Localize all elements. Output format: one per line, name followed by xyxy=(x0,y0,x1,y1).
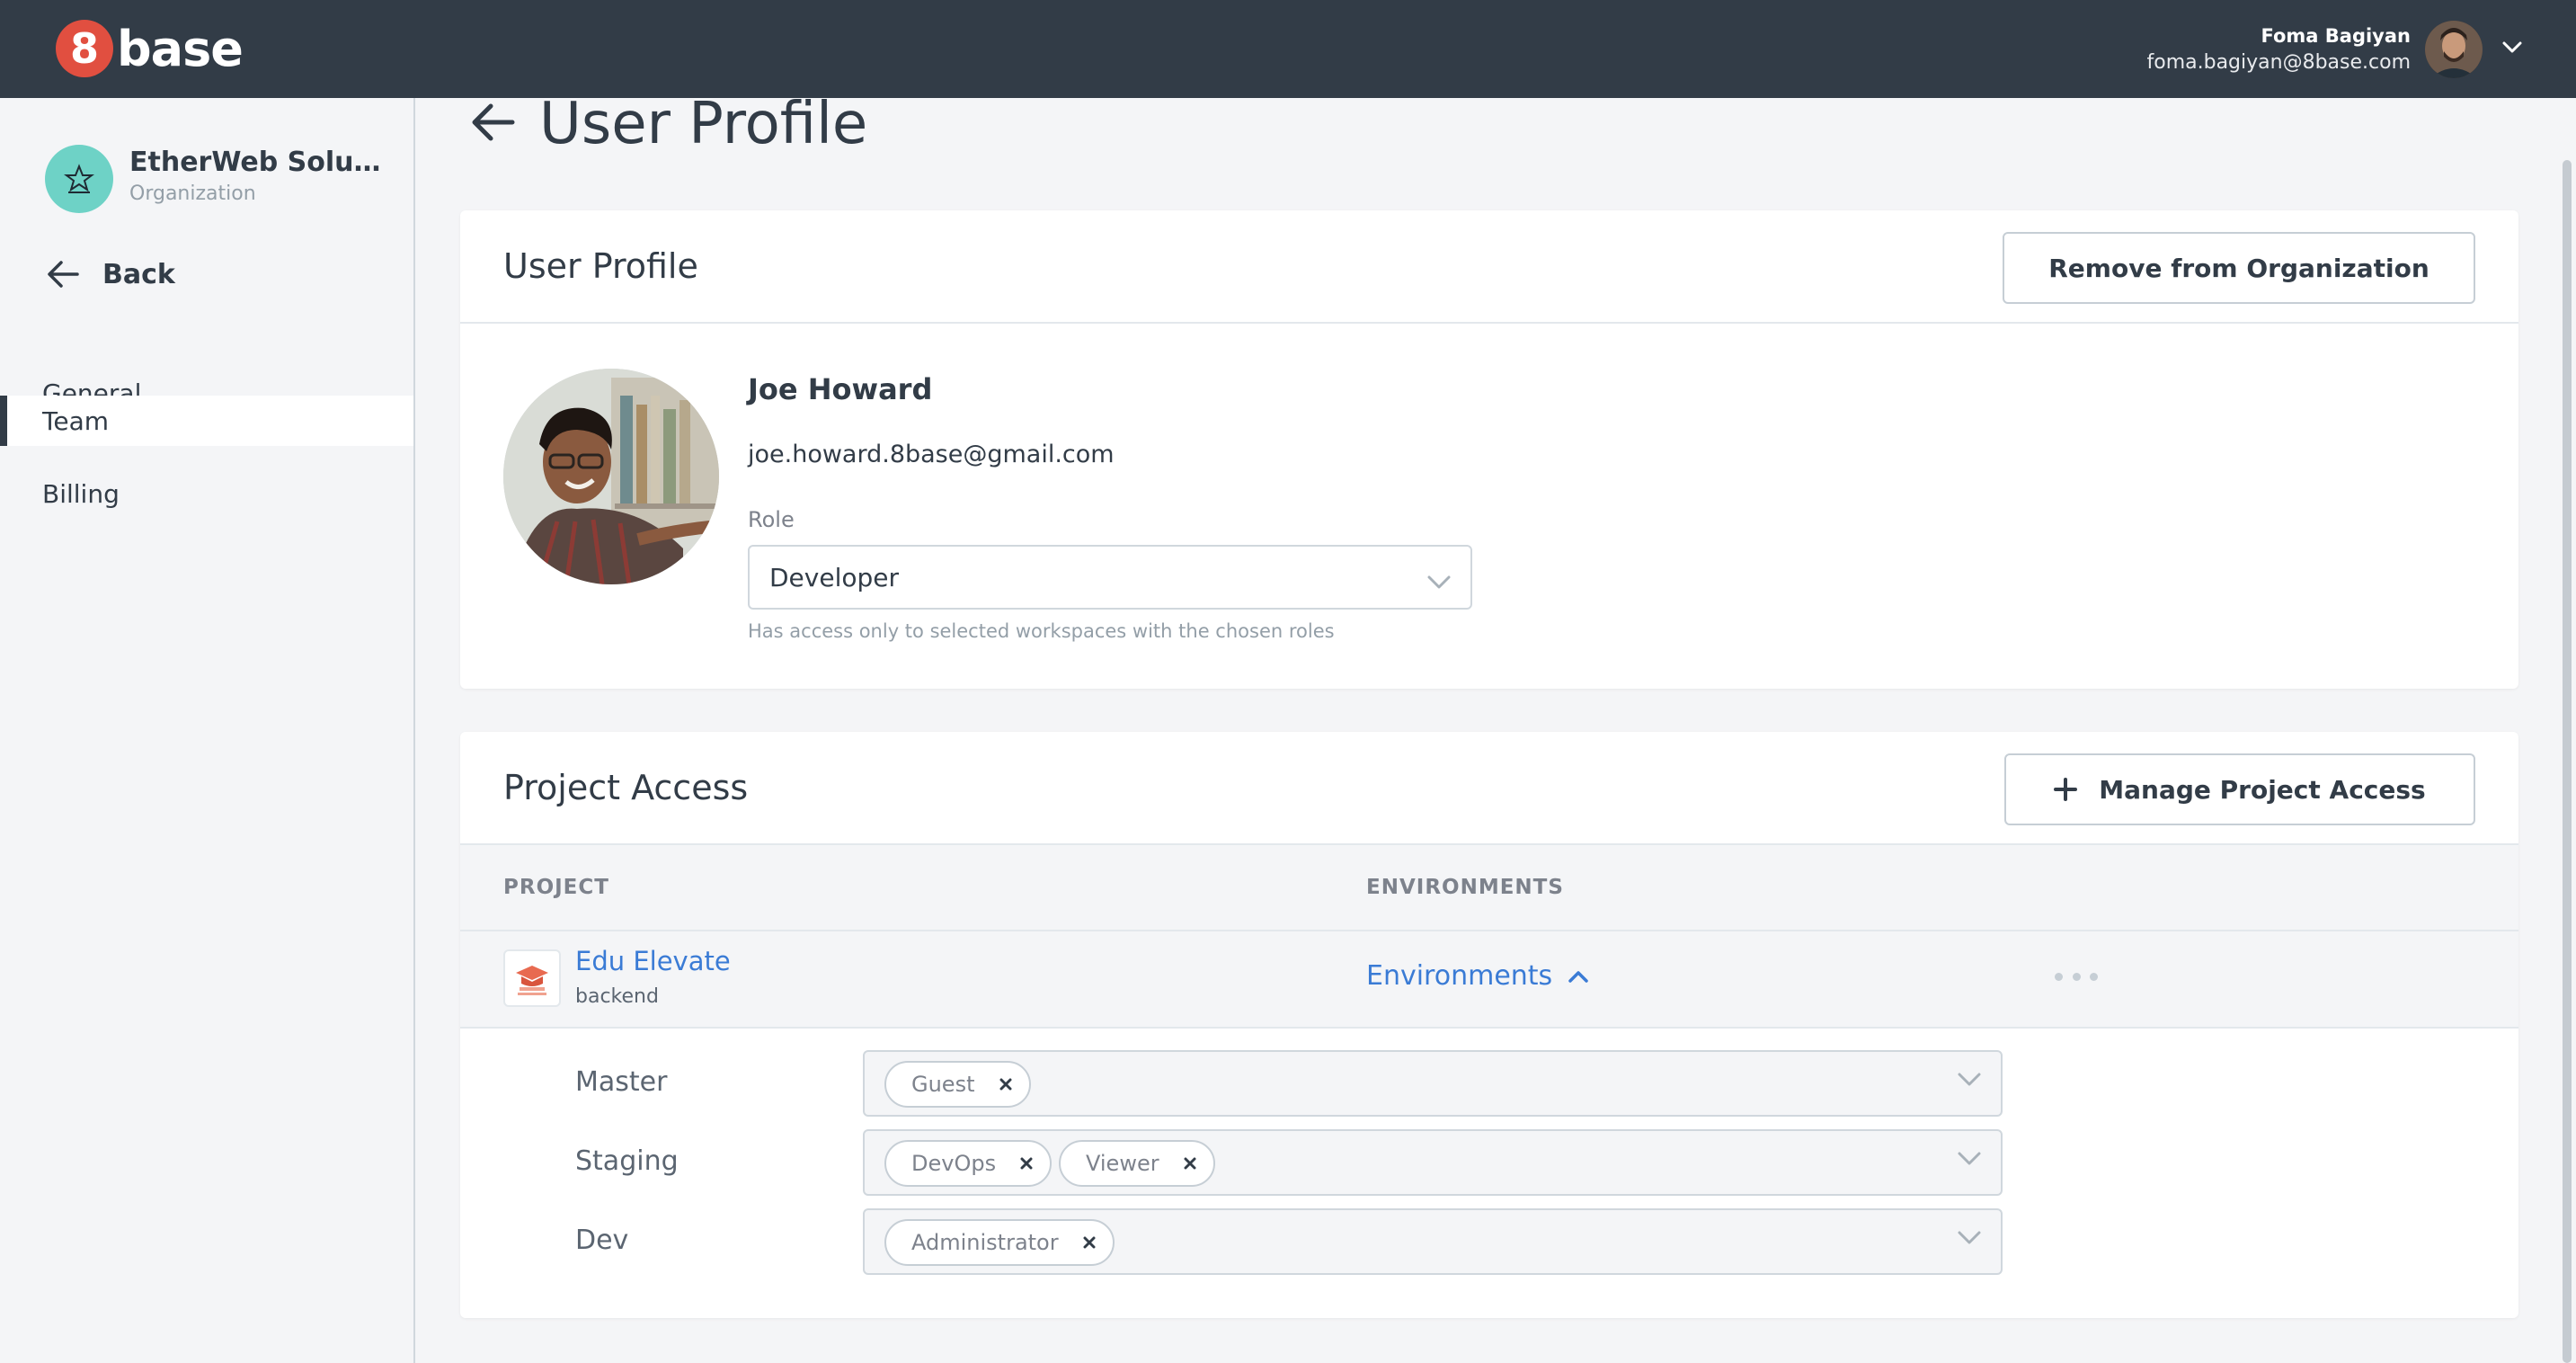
current-user-email: foma.bagiyan@8base.com xyxy=(2146,51,2412,74)
table-header: PROJECT ENVIRONMENTS xyxy=(460,845,2518,931)
logo-mark: 8 xyxy=(56,20,113,77)
manage-project-access-button[interactable]: Manage Project Access xyxy=(2004,753,2475,825)
environment-role-select[interactable]: DevOps Viewer xyxy=(863,1129,2003,1196)
user-profile-card-title: User Profile xyxy=(503,246,698,286)
graduation-cap-icon xyxy=(516,966,548,995)
project-icon xyxy=(503,949,561,1007)
organization-avatar xyxy=(45,145,113,213)
environment-row-master: Master Guest xyxy=(460,1050,2518,1117)
plus-icon xyxy=(2054,778,2078,801)
environment-row-dev: Dev Administrator xyxy=(460,1208,2518,1275)
manage-project-access-label: Manage Project Access xyxy=(2099,774,2426,805)
more-options-icon[interactable] xyxy=(2055,967,2098,985)
role-label: Role xyxy=(748,507,795,532)
project-name-link[interactable]: Edu Elevate xyxy=(575,946,731,976)
environment-role-select[interactable]: Guest xyxy=(863,1050,2003,1117)
user-avatar xyxy=(503,369,719,584)
chevron-down-icon xyxy=(1958,1152,1981,1170)
top-bar: 8 base Foma Bagiyan foma.bagiyan@8base.c… xyxy=(0,0,2576,98)
sidebar-item-label: Team xyxy=(42,405,110,436)
environment-role-select[interactable]: Administrator xyxy=(863,1208,2003,1275)
user-profile-card-header: User Profile Remove from Organization xyxy=(460,210,2518,324)
remove-tag-close-icon[interactable] xyxy=(1016,1153,1037,1174)
logo-wordmark: base xyxy=(117,20,244,77)
back-button[interactable]: Back xyxy=(47,254,175,294)
role-tag: DevOps xyxy=(884,1140,1053,1187)
environment-name: Staging xyxy=(575,1145,679,1177)
remove-tag-close-icon[interactable] xyxy=(1079,1232,1100,1253)
brand-logo[interactable]: 8 base xyxy=(56,20,244,77)
project-access-card-header: Project Access Manage Project Access xyxy=(460,732,2518,845)
sidebar-item-billing[interactable]: Billing xyxy=(0,468,413,519)
user-profile-card: User Profile Remove from Organization Jo… xyxy=(460,210,2518,689)
current-user-info[interactable]: Foma Bagiyan foma.bagiyan@8base.com xyxy=(2147,23,2412,77)
sidebar: EtherWeb Soluti... Organization Back Gen… xyxy=(0,98,415,1363)
page-scrollbar[interactable] xyxy=(2563,160,2572,1363)
environments-toggle[interactable]: Environments xyxy=(1366,960,1588,992)
project-subtitle: backend xyxy=(575,985,659,1008)
user-photo-icon xyxy=(503,369,719,584)
user-photo-icon xyxy=(2425,21,2483,78)
role-tag: Viewer xyxy=(1059,1140,1215,1187)
current-user-avatar[interactable] xyxy=(2425,21,2483,78)
role-tag-label: Viewer xyxy=(1086,1151,1159,1176)
user-name: Joe Howard xyxy=(748,372,933,406)
user-email: joe.howard.8base@gmail.com xyxy=(748,441,1115,468)
role-tag-label: Administrator xyxy=(911,1230,1059,1255)
environment-row-staging: Staging DevOps Viewer xyxy=(460,1129,2518,1196)
organization-name: EtherWeb Soluti... xyxy=(129,147,390,178)
remove-tag-close-icon[interactable] xyxy=(1179,1153,1201,1174)
environments-toggle-label: Environments xyxy=(1366,960,1553,992)
back-label: Back xyxy=(102,258,175,290)
organization-logo-icon xyxy=(64,164,94,193)
chevron-up-icon xyxy=(1568,970,1588,983)
table-row: Edu Elevate backend Environments xyxy=(460,931,2518,1029)
current-user-name: Foma Bagiyan xyxy=(2261,25,2411,47)
role-hint: Has access only to selected workspaces w… xyxy=(748,620,1335,642)
remove-from-organization-button[interactable]: Remove from Organization xyxy=(2003,232,2475,304)
sidebar-item-team[interactable]: Team xyxy=(0,396,413,446)
environment-name: Dev xyxy=(575,1225,629,1256)
role-tag: Guest xyxy=(884,1061,1031,1108)
chevron-down-icon xyxy=(1427,566,1451,596)
role-tag-label: DevOps xyxy=(911,1151,997,1176)
role-tag-label: Guest xyxy=(911,1072,975,1097)
page-title: User Profile xyxy=(539,91,868,157)
column-header-project: PROJECT xyxy=(503,876,609,899)
role-tag: Administrator xyxy=(884,1219,1115,1266)
column-header-environments: ENVIRONMENTS xyxy=(1366,876,1564,899)
project-access-card: Project Access Manage Project Access PRO… xyxy=(460,732,2518,1318)
page-back-button[interactable] xyxy=(469,99,516,146)
chevron-down-icon xyxy=(1958,1073,1981,1091)
user-menu-chevron-down-icon[interactable] xyxy=(2499,34,2526,61)
chevron-down-icon xyxy=(1958,1231,1981,1249)
sidebar-item-label: Billing xyxy=(42,478,120,509)
organization-subtitle: Organization xyxy=(129,183,256,205)
role-select[interactable]: Developer xyxy=(748,545,1472,610)
arrow-left-icon xyxy=(48,261,79,288)
role-select-value: Developer xyxy=(769,562,900,592)
environment-name: Master xyxy=(575,1066,668,1098)
project-access-card-title: Project Access xyxy=(503,768,749,807)
remove-tag-close-icon[interactable] xyxy=(995,1073,1017,1095)
arrow-left-icon xyxy=(472,103,515,141)
